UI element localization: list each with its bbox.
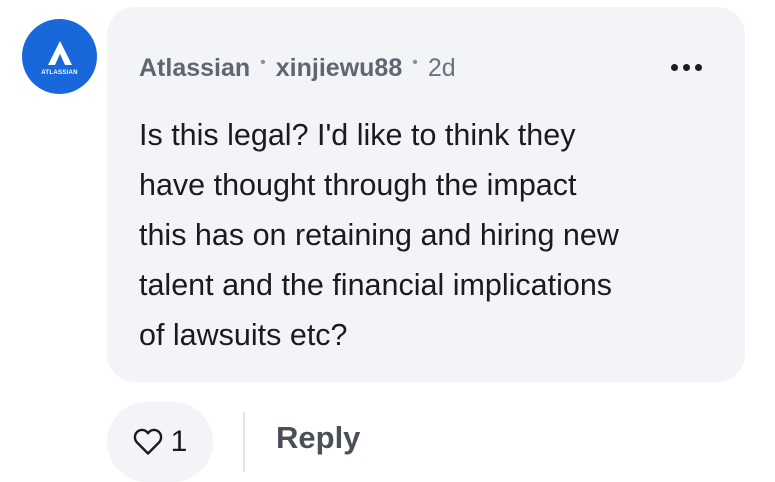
- like-count: 1: [170, 425, 188, 458]
- more-options-button[interactable]: [671, 64, 702, 71]
- comment-text: Is this legal? I'd like to think they ha…: [139, 118, 619, 352]
- avatar-label: ATLASSIAN: [41, 69, 78, 76]
- divider: [243, 412, 245, 472]
- reply-button[interactable]: Reply: [276, 420, 360, 456]
- company-name[interactable]: Atlassian: [139, 54, 250, 83]
- timestamp: 2d: [427, 54, 456, 82]
- separator-dot: •: [260, 53, 266, 71]
- heart-icon: [133, 428, 162, 455]
- comment-thread: ATLASSIAN Atlassian • xinjiewu88 • 2d Is…: [0, 0, 775, 482]
- username[interactable]: xinjiewu88: [276, 54, 402, 83]
- avatar[interactable]: ATLASSIAN: [22, 19, 97, 94]
- like-button[interactable]: 1: [107, 402, 213, 482]
- atlassian-logo-icon: [47, 40, 72, 65]
- comment-meta: Atlassian • xinjiewu88 • 2d: [139, 54, 456, 83]
- separator-dot: •: [412, 53, 418, 71]
- more-horizontal-icon: [671, 64, 678, 71]
- comment-bubble: Atlassian • xinjiewu88 • 2d Is this lega…: [107, 7, 745, 382]
